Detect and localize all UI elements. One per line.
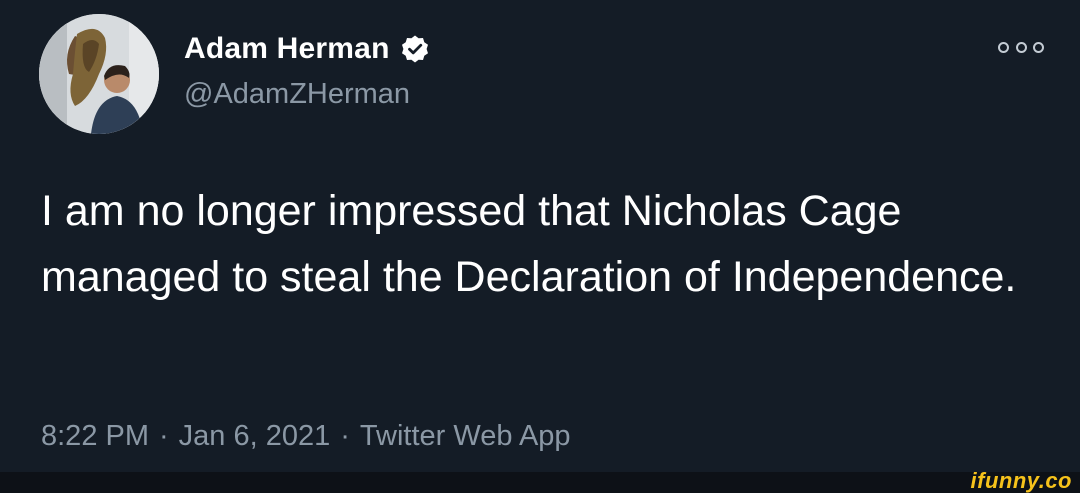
more-dot (1015, 41, 1027, 53)
tweet-source[interactable]: Twitter Web App (360, 420, 571, 452)
tweet-card: Adam Herman @AdamZHerman I am no longer … (0, 0, 1080, 493)
tweet-meta: 8:22 PM · Jan 6, 2021 · Twitter Web App (41, 420, 571, 453)
author-handle[interactable]: @AdamZHerman (184, 78, 410, 111)
avatar[interactable] (39, 14, 159, 134)
display-name[interactable]: Adam Herman (184, 32, 390, 66)
tweet-text: I am no longer impressed that Nicholas C… (41, 187, 1017, 301)
ifunny-watermark: ifunny.co (970, 468, 1072, 493)
meta-separator: · (159, 420, 169, 452)
more-dot (1033, 41, 1044, 53)
author-name-row: Adam Herman (184, 32, 430, 66)
tweet-time[interactable]: 8:22 PM (41, 420, 149, 452)
watermark-band (0, 472, 1080, 493)
verified-check-icon (401, 35, 428, 63)
avatar-photo (39, 14, 159, 134)
tweet-date[interactable]: Jan 6, 2021 (179, 420, 331, 452)
meta-separator: · (340, 420, 350, 452)
more-options-icon[interactable] (998, 38, 1044, 56)
more-dot (998, 41, 1009, 53)
